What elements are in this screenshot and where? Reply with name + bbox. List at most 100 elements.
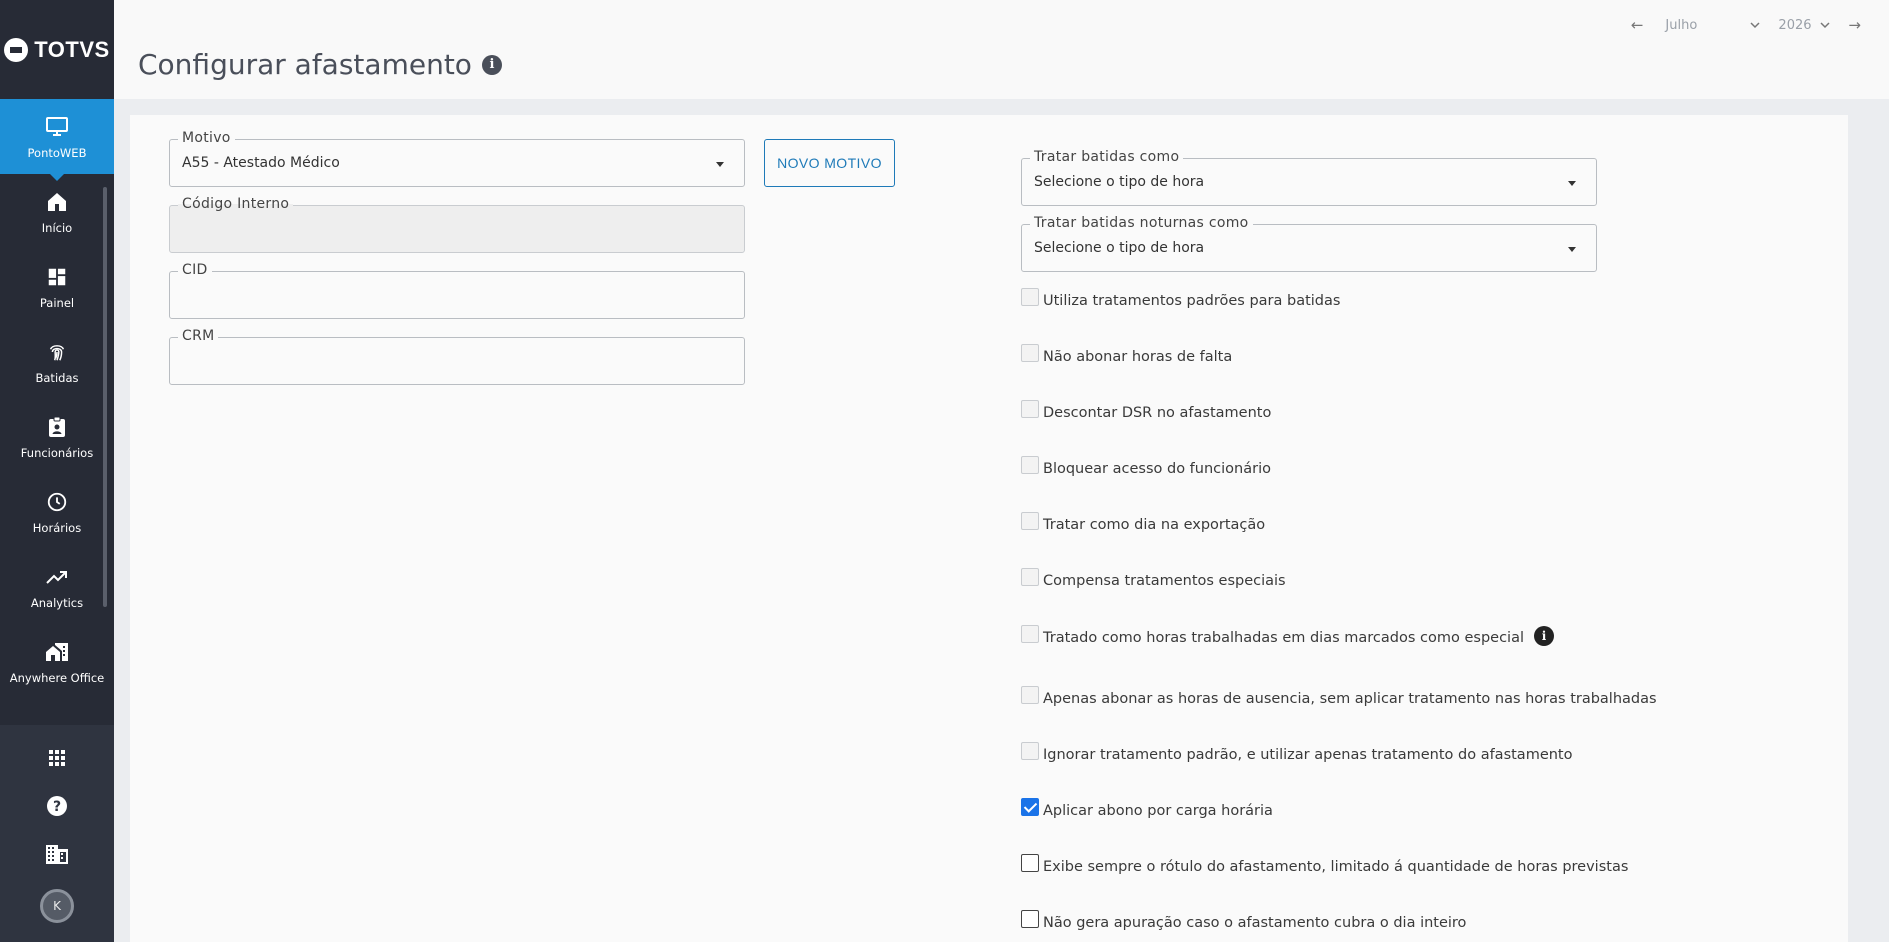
option-label: Não abonar horas de falta	[1043, 349, 1233, 365]
option-label: Bloquear acesso do funcionário	[1043, 461, 1271, 477]
sidebar: TOTVS PontoWEB Início Painel Batidas Fun…	[0, 0, 114, 942]
badge-icon	[44, 414, 70, 440]
option-row[interactable]: Compensa tratamentos especiais	[1021, 568, 1286, 590]
dropdown-arrow-icon	[1568, 247, 1576, 252]
info-icon[interactable]: i	[1533, 626, 1554, 646]
avatar[interactable]: K	[40, 889, 74, 923]
option-label: Ignorar tratamento padrão, e utilizar ap…	[1043, 747, 1573, 763]
clock-icon	[44, 489, 70, 515]
page-title-text: Configurar afastamento	[138, 48, 472, 81]
sidebar-item-batidas[interactable]: Batidas	[0, 324, 114, 399]
option-row[interactable]: Tratado como horas trabalhadas em dias m…	[1021, 625, 1554, 648]
novo-motivo-button[interactable]: NOVO MOTIVO	[764, 139, 895, 187]
sidebar-item-label: Batidas	[35, 370, 79, 385]
option-label: Exibe sempre o rótulo do afastamento, li…	[1043, 859, 1629, 875]
sidebar-item-pontoweb[interactable]: PontoWEB	[0, 99, 114, 181]
year-value: 2026	[1778, 17, 1812, 33]
sidebar-item-anywhere-office[interactable]: Anywhere Office	[0, 624, 114, 699]
checkbox[interactable]	[1021, 910, 1039, 928]
checkbox[interactable]	[1021, 568, 1039, 586]
arrow-right-icon[interactable]: →	[1848, 16, 1861, 34]
sidebar-item-label: Anywhere Office	[9, 670, 105, 685]
checkbox[interactable]	[1021, 854, 1039, 872]
motivo-select[interactable]: Motivo A55 - Atestado Médico	[169, 130, 745, 187]
home-icon	[44, 189, 70, 215]
brand-name: TOTVS	[34, 36, 110, 62]
help-icon[interactable]: ?	[44, 793, 70, 819]
info-icon[interactable]: i	[481, 54, 502, 75]
codigo-interno-label: Código Interno	[178, 196, 294, 212]
fingerprint-icon	[44, 339, 70, 365]
sidebar-item-funcionarios[interactable]: Funcionários	[0, 399, 114, 474]
crm-field[interactable]: CRM	[169, 328, 745, 385]
checkbox[interactable]	[1021, 686, 1039, 704]
sidebar-bottom: ? K	[0, 725, 114, 942]
home-work-icon	[44, 639, 70, 665]
checkbox-checked[interactable]	[1021, 798, 1039, 816]
svg-text:?: ?	[53, 799, 61, 815]
year-select[interactable]: 2026	[1778, 18, 1830, 33]
month-select[interactable]: Julho	[1665, 18, 1760, 33]
monitor-icon	[44, 114, 70, 140]
sidebar-item-horarios[interactable]: Horários	[0, 474, 114, 549]
option-row[interactable]: Aplicar abono por carga horária	[1021, 798, 1273, 820]
option-row[interactable]: Apenas abonar as horas de ausencia, sem …	[1021, 686, 1657, 708]
motivo-label: Motivo	[178, 130, 235, 146]
arrow-left-icon[interactable]: ←	[1631, 16, 1644, 34]
tratar-batidas-value: Selecione o tipo de hora	[1034, 174, 1205, 190]
sidebar-item-inicio[interactable]: Início	[0, 174, 114, 249]
option-label: Apenas abonar as horas de ausencia, sem …	[1043, 691, 1657, 707]
sidebar-scrollbar[interactable]	[103, 187, 107, 607]
checkbox[interactable]	[1021, 625, 1039, 643]
sidebar-item-label: Horários	[32, 520, 82, 535]
option-row[interactable]: Não abonar horas de falta	[1021, 344, 1233, 366]
sidebar-item-analytics[interactable]: Analytics	[0, 549, 114, 624]
tratar-batidas-label: Tratar batidas como	[1030, 149, 1184, 165]
option-label: Tratado como horas trabalhadas em dias m…	[1043, 630, 1524, 646]
dropdown-arrow-icon	[716, 162, 724, 167]
building-icon[interactable]	[44, 841, 70, 867]
option-label: Utiliza tratamentos padrões para batidas	[1043, 293, 1341, 309]
checkbox[interactable]	[1021, 742, 1039, 760]
month-value: Julho	[1665, 17, 1698, 33]
checkbox[interactable]	[1021, 456, 1039, 474]
checkbox[interactable]	[1021, 344, 1039, 362]
sidebar-item-label: Painel	[39, 295, 75, 310]
tratar-noturnas-select[interactable]: Tratar batidas noturnas como Selecione o…	[1021, 215, 1597, 272]
option-label: Tratar como dia na exportação	[1043, 517, 1266, 533]
option-label: Aplicar abono por carga horária	[1043, 803, 1273, 819]
option-row[interactable]: Descontar DSR no afastamento	[1021, 400, 1272, 422]
tratar-noturnas-label: Tratar batidas noturnas como	[1030, 215, 1253, 231]
checkbox[interactable]	[1021, 512, 1039, 530]
trending-up-icon	[44, 564, 70, 590]
chevron-down-icon	[1820, 18, 1830, 33]
page-title: Configurar afastamento i	[138, 48, 502, 81]
option-row[interactable]: Ignorar tratamento padrão, e utilizar ap…	[1021, 742, 1573, 764]
checkbox[interactable]	[1021, 288, 1039, 306]
sidebar-item-painel[interactable]: Painel	[0, 249, 114, 324]
checkbox[interactable]	[1021, 400, 1039, 418]
cid-label: CID	[178, 262, 212, 278]
option-label: Descontar DSR no afastamento	[1043, 405, 1272, 421]
totvs-logo[interactable]: TOTVS	[0, 0, 114, 99]
tratar-batidas-select[interactable]: Tratar batidas como Selecione o tipo de …	[1021, 149, 1597, 206]
chevron-down-icon	[1750, 18, 1760, 33]
apps-grid-icon[interactable]	[44, 745, 70, 771]
option-row[interactable]: Não gera apuração caso o afastamento cub…	[1021, 910, 1467, 932]
page-header: Configurar afastamento i ← Julho 2026 →	[114, 0, 1889, 99]
codigo-interno-field: Código Interno	[169, 196, 745, 253]
option-row[interactable]: Utiliza tratamentos padrões para batidas	[1021, 288, 1341, 310]
cid-field[interactable]: CID	[169, 262, 745, 319]
tratar-noturnas-value: Selecione o tipo de hora	[1034, 240, 1205, 256]
option-row[interactable]: Bloquear acesso do funcionário	[1021, 456, 1271, 478]
sidebar-item-label: Analytics	[30, 595, 84, 610]
option-label: Não gera apuração caso o afastamento cub…	[1043, 915, 1467, 931]
option-row[interactable]: Tratar como dia na exportação	[1021, 512, 1266, 534]
dropdown-arrow-icon	[1568, 181, 1576, 186]
option-row[interactable]: Exibe sempre o rótulo do afastamento, li…	[1021, 854, 1629, 876]
motivo-value: A55 - Atestado Médico	[182, 155, 340, 171]
dashboard-icon	[44, 264, 70, 290]
date-navigator: ← Julho 2026 →	[1631, 16, 1861, 34]
totvs-logo-icon	[4, 37, 29, 62]
sidebar-item-label: PontoWEB	[27, 145, 87, 160]
